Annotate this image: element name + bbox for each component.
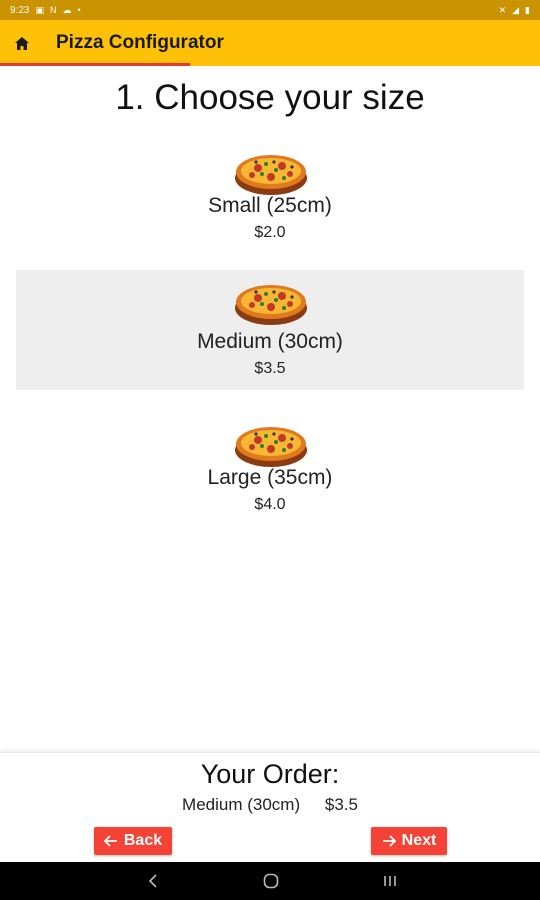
- next-button-label: Next: [401, 832, 437, 849]
- pizza-icon: [235, 155, 307, 195]
- size-option-medium[interactable]: Medium (30cm) $3.5: [16, 270, 524, 390]
- dot-icon: •: [77, 4, 81, 15]
- status-bar-left: 9:23 ▣ N ☁ •: [10, 5, 81, 16]
- app-bar: Pizza Configurator: [0, 20, 540, 66]
- home-nav-icon: [263, 873, 279, 889]
- image-icon: ▣: [35, 4, 44, 15]
- pizza-icon: [235, 285, 307, 325]
- size-label: Large (35cm): [207, 466, 333, 489]
- size-option-large[interactable]: Large (35cm) $4.0: [16, 410, 524, 530]
- arrow-left-icon: [103, 835, 117, 847]
- recents-nav-icon: [384, 876, 396, 886]
- size-price: $2.0: [254, 224, 286, 241]
- app-title: Pizza Configurator: [56, 32, 224, 53]
- n-icon: N: [49, 4, 57, 15]
- app-bar-indicator: [0, 63, 190, 66]
- order-price: $3.5: [324, 795, 358, 814]
- arrow-right-icon: [382, 835, 396, 847]
- home-button[interactable]: [0, 20, 44, 66]
- back-nav-button[interactable]: [141, 871, 165, 891]
- mute-icon: ✕: [498, 4, 507, 15]
- cloud-icon: ☁: [62, 4, 72, 15]
- navigation-bar: [0, 862, 540, 900]
- back-nav-icon: [148, 874, 157, 888]
- signal-icon: ◢: [512, 4, 520, 15]
- size-price: $4.0: [254, 496, 286, 513]
- status-time: 9:23: [10, 4, 30, 16]
- size-option-small[interactable]: Small (25cm) $2.0: [16, 138, 524, 258]
- order-panel: Your Order: Medium (30cm) $3.5 Back Next: [0, 752, 540, 862]
- back-button[interactable]: Back: [94, 827, 172, 855]
- back-button-label: Back: [123, 832, 163, 849]
- recents-nav-button[interactable]: [378, 871, 402, 891]
- status-bar-right: ✕ ◢ ▮: [498, 4, 530, 15]
- pizza-icon: [235, 427, 307, 467]
- order-title: Your Order:: [200, 759, 340, 789]
- order-summary: Medium (30cm) $3.5: [0, 795, 540, 815]
- size-label: Small (25cm): [208, 194, 332, 217]
- status-bar: 9:23 ▣ N ☁ • ✕ ◢ ▮: [0, 0, 540, 20]
- page-title: 1. Choose your size: [115, 78, 425, 117]
- next-button[interactable]: Next: [371, 827, 447, 855]
- order-size: Medium (30cm): [182, 795, 301, 814]
- size-price: $3.5: [254, 360, 286, 377]
- battery-icon: ▮: [525, 4, 530, 15]
- home-nav-button[interactable]: [259, 871, 283, 891]
- home-icon: [15, 36, 29, 50]
- size-label: Medium (30cm): [197, 330, 343, 353]
